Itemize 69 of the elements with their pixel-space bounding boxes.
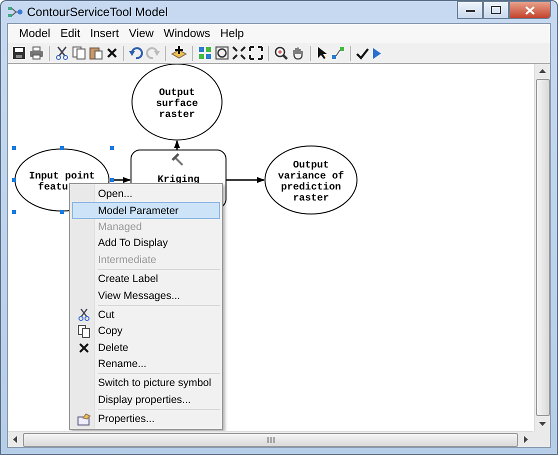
add-data-icon[interactable]: [171, 46, 187, 60]
properties-icon: [77, 412, 91, 426]
menu-option[interactable]: Cut: [72, 306, 220, 324]
connector-arrow: [226, 177, 265, 183]
node-label: surface: [156, 99, 198, 110]
node-label: raster: [293, 194, 329, 204]
node-label: Output: [159, 88, 195, 99]
menu-option[interactable]: Model Parameter: [72, 202, 220, 219]
scroll-left-icon[interactable]: [13, 436, 17, 443]
node-label: Output: [293, 160, 329, 172]
node-label: Input point: [29, 172, 95, 182]
menu-option[interactable]: Copy: [72, 323, 220, 340]
print-icon[interactable]: [29, 46, 44, 60]
paste-icon[interactable]: [89, 46, 103, 60]
connect-icon[interactable]: [331, 46, 345, 60]
menu-item[interactable]: View: [124, 28, 159, 40]
zoom-icon[interactable]: [274, 46, 288, 60]
model-icon: [7, 6, 23, 18]
vertical-scrollbar[interactable]: [534, 64, 550, 431]
node-label: featu: [38, 182, 68, 194]
menu-option[interactable]: Properties...: [72, 411, 220, 428]
zoom-out-fixed-icon[interactable]: [249, 46, 263, 60]
connector-arrow: [174, 140, 180, 150]
menu-option[interactable]: Switch to picture symbol: [72, 375, 220, 392]
data-node[interactable]: [132, 64, 222, 140]
scissors-icon: [78, 308, 90, 322]
full-extent-icon[interactable]: [215, 46, 229, 60]
grip-icon: [266, 436, 274, 442]
scroll-up-icon[interactable]: [539, 69, 546, 73]
horizontal-scrollbar[interactable]: [8, 431, 533, 447]
delete-icon: [79, 342, 89, 353]
save-icon[interactable]: [12, 46, 26, 60]
menu-item[interactable]: Windows: [158, 28, 216, 40]
menu-option[interactable]: View Messages...: [72, 287, 220, 304]
menu-option[interactable]: Create Label: [72, 270, 220, 288]
menu-option[interactable]: Rename...: [72, 356, 220, 372]
minimize-button[interactable]: [457, 1, 483, 19]
copy-icon[interactable]: [72, 46, 86, 60]
copy-icon: [78, 324, 90, 338]
maximize-icon: [491, 6, 501, 14]
menu-item[interactable]: Edit: [55, 28, 86, 40]
checkmark-icon[interactable]: [356, 46, 369, 60]
maximize-button[interactable]: [483, 1, 509, 19]
scroll-right-icon[interactable]: [524, 436, 528, 443]
menu-option[interactable]: Display properties...: [72, 392, 220, 408]
close-icon: [525, 6, 535, 14]
scissors-icon[interactable]: [55, 46, 69, 60]
node-label: prediction: [281, 182, 341, 194]
scroll-down-icon[interactable]: [539, 422, 546, 426]
delete-icon[interactable]: [106, 47, 118, 59]
select-pointer-icon[interactable]: [316, 46, 328, 60]
window-title: ContourServiceTool Model: [27, 5, 168, 19]
node-label: raster: [159, 110, 195, 121]
zoom-in-fixed-icon[interactable]: [232, 46, 246, 60]
undo-icon[interactable]: [129, 46, 143, 60]
menu-option[interactable]: Add To Display: [72, 235, 220, 252]
menu-option[interactable]: Open...: [72, 186, 220, 202]
minimize-icon: [466, 8, 474, 12]
node-label: variance of: [278, 172, 344, 182]
menu-option[interactable]: Delete: [72, 340, 220, 356]
data-node[interactable]: [264, 146, 358, 214]
hammer-icon: [172, 153, 184, 166]
auto-layout-icon[interactable]: [198, 46, 212, 60]
menu-item[interactable]: Model: [14, 28, 56, 40]
menu-item[interactable]: Help: [215, 28, 249, 40]
pan-hand-icon[interactable]: [291, 46, 305, 60]
menu-item[interactable]: Insert: [85, 28, 124, 40]
close-button[interactable]: [509, 1, 551, 19]
run-icon[interactable]: [372, 46, 382, 60]
